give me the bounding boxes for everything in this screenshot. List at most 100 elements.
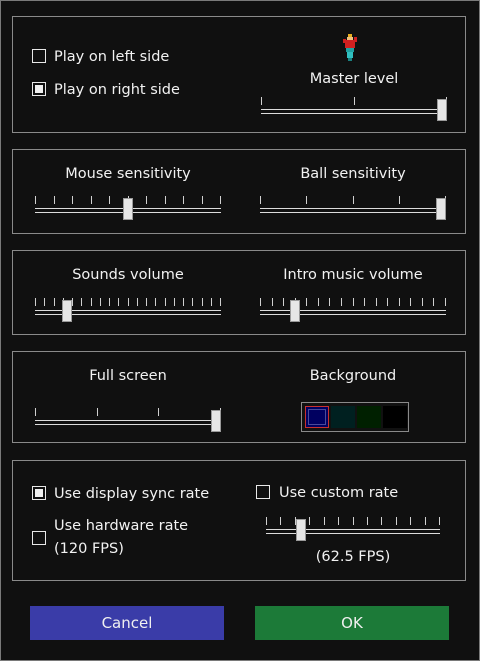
slider-tick — [155, 298, 156, 306]
slider-tick — [280, 517, 281, 525]
slider-tick — [261, 97, 262, 105]
slider-tick — [433, 298, 434, 306]
intro-music-volume-slider[interactable] — [260, 298, 446, 324]
master-level-label: Master level — [309, 71, 399, 87]
sounds-volume-slider[interactable] — [35, 298, 221, 324]
slider-thumb[interactable] — [211, 410, 221, 432]
slider-tick — [192, 298, 193, 306]
slider-tick — [410, 517, 411, 525]
slider-tick — [445, 298, 446, 306]
slider-tick — [324, 517, 325, 525]
slider-track — [35, 420, 221, 425]
play-right-checkbox[interactable] — [32, 82, 46, 96]
hardware-rate-checkbox[interactable] — [32, 531, 46, 545]
slider-tick — [91, 298, 92, 306]
slider-tick — [266, 517, 267, 525]
slider-tick — [220, 196, 221, 204]
slider-tick — [137, 298, 138, 306]
slider-tick — [387, 298, 388, 306]
slider-tick — [54, 298, 55, 306]
slider-tick — [422, 298, 423, 306]
slider-tick — [367, 517, 368, 525]
play-right-label: Play on right side — [54, 82, 180, 98]
slider-thumb[interactable] — [290, 300, 301, 322]
slider-track — [266, 529, 440, 534]
slider-tick — [165, 298, 166, 306]
background-swatch[interactable] — [383, 406, 407, 428]
slider-tick — [109, 196, 110, 204]
hardware-rate-label: Use hardware rate — [54, 518, 189, 534]
slider-thumb[interactable] — [436, 198, 446, 220]
slider-tick — [353, 517, 354, 525]
slider-tick — [165, 196, 166, 204]
sounds-volume-label: Sounds volume — [72, 267, 184, 283]
fullscreen-label: Full screen — [89, 368, 167, 384]
intro-music-volume-label: Intro music volume — [283, 267, 423, 283]
display-sync-checkbox[interactable] — [32, 486, 46, 500]
slider-tick — [174, 298, 175, 306]
slider-thumb[interactable] — [123, 198, 133, 220]
slider-tick — [306, 196, 307, 204]
slider-tick — [109, 298, 110, 306]
slider-tick — [309, 517, 310, 525]
fullscreen-slider[interactable] — [35, 408, 221, 434]
slider-tick — [376, 298, 377, 306]
slider-tick — [399, 298, 400, 306]
background-swatch[interactable] — [331, 406, 355, 428]
ok-button[interactable]: OK — [255, 606, 449, 640]
sensitivity-panel: Mouse sensitivity Ball sensitivity — [12, 149, 466, 234]
cancel-button[interactable]: Cancel — [30, 606, 224, 640]
hardware-rate-fps: (120 FPS) — [54, 541, 124, 557]
slider-track — [260, 208, 446, 213]
slider-thumb[interactable] — [437, 99, 447, 121]
slider-tick — [329, 298, 330, 306]
slider-tick — [35, 196, 36, 204]
mouse-sensitivity-label: Mouse sensitivity — [65, 166, 191, 182]
custom-rate-fps: (62.5 FPS) — [315, 549, 391, 565]
side-panel: Play on left side Play on right side Mas… — [12, 16, 466, 133]
slider-thumb[interactable] — [61, 300, 72, 322]
slider-tick — [118, 298, 119, 306]
master-level-slider[interactable] — [261, 97, 447, 123]
custom-rate-checkbox[interactable] — [256, 485, 270, 499]
ball-sensitivity-slider[interactable] — [260, 196, 446, 222]
slider-tick — [396, 517, 397, 525]
slider-tick — [146, 196, 147, 204]
custom-rate-label: Use custom rate — [279, 485, 399, 501]
play-left-checkbox[interactable] — [32, 49, 46, 63]
display-sync-label: Use display sync rate — [54, 486, 210, 502]
play-left-label: Play on left side — [54, 49, 170, 65]
slider-tick — [44, 298, 45, 306]
slider-tick — [54, 196, 55, 204]
ball-sensitivity-label: Ball sensitivity — [300, 166, 406, 182]
mouse-sensitivity-slider[interactable] — [35, 196, 221, 222]
slider-tick — [97, 408, 98, 416]
background-label: Background — [309, 368, 397, 384]
slider-tick — [35, 408, 36, 416]
slider-tick — [410, 298, 411, 306]
slider-tick — [353, 196, 354, 204]
slider-tick — [260, 298, 261, 306]
slider-tick — [364, 298, 365, 306]
slider-tick — [183, 196, 184, 204]
slider-tick — [72, 196, 73, 204]
slider-tick — [202, 196, 203, 204]
background-swatch[interactable] — [305, 406, 329, 428]
slider-tick — [260, 196, 261, 204]
slider-tick — [439, 517, 440, 525]
slider-tick — [354, 97, 355, 105]
display-panel: Full screen Background — [12, 351, 466, 443]
slider-tick — [81, 298, 82, 306]
slider-track — [261, 109, 447, 114]
slider-tick — [100, 298, 101, 306]
slider-thumb[interactable] — [295, 519, 306, 541]
custom-rate-slider[interactable] — [266, 517, 440, 543]
slider-tick — [283, 298, 284, 306]
slider-tick — [220, 298, 221, 306]
slider-tick — [353, 298, 354, 306]
background-color-picker[interactable] — [301, 402, 409, 432]
slider-tick — [306, 298, 307, 306]
background-swatch[interactable] — [357, 406, 381, 428]
slider-tick — [146, 298, 147, 306]
slider-tick — [91, 196, 92, 204]
